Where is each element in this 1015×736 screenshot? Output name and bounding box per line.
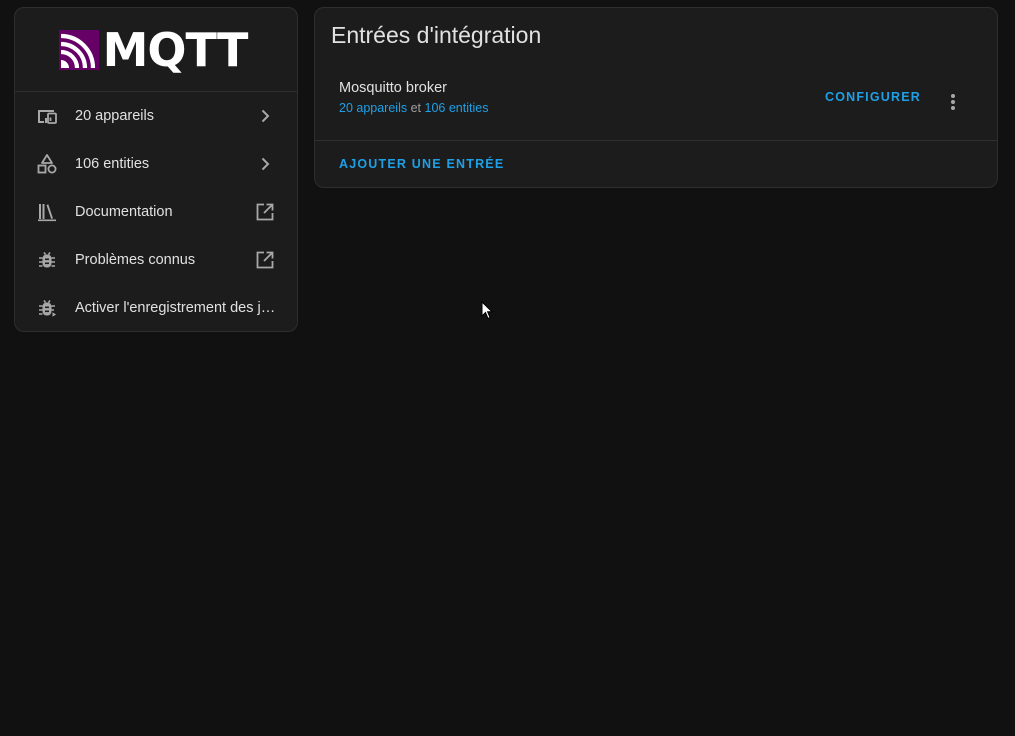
config-entry-row: Mosquitto broker 20 appareils et 106 ent… bbox=[315, 72, 997, 140]
menu-item-devices[interactable]: 20 appareils bbox=[15, 92, 297, 140]
open-in-new-icon bbox=[253, 248, 277, 272]
chevron-right-icon bbox=[253, 104, 277, 128]
menu-item-entities[interactable]: 106 entities bbox=[15, 140, 297, 188]
bug-icon bbox=[35, 248, 59, 272]
menu-item-known-issues[interactable]: Problèmes connus bbox=[15, 236, 297, 284]
bug-play-icon bbox=[35, 296, 59, 320]
entry-connector: et bbox=[410, 101, 422, 115]
devices-icon bbox=[35, 104, 59, 128]
chevron-right-icon bbox=[253, 152, 277, 176]
mqtt-logo-text: MQTT bbox=[102, 22, 249, 77]
mouse-cursor-icon bbox=[481, 301, 493, 320]
add-entry-button[interactable]: AJOUTER UNE ENTRÉE bbox=[339, 157, 504, 171]
integration-info-card: MQTT 20 appareils 106 entities Documenta… bbox=[14, 7, 298, 332]
entry-entities-link[interactable]: 106 entities bbox=[425, 101, 489, 115]
config-entries-card: Entrées d'intégration Mosquitto broker 2… bbox=[314, 7, 998, 188]
entry-summary: 20 appareils et 106 entities bbox=[339, 101, 488, 115]
menu-item-label: 20 appareils bbox=[75, 108, 154, 124]
entry-devices-link[interactable]: 20 appareils bbox=[339, 101, 407, 115]
menu-item-label: Activer l'enregistrement des journaux de… bbox=[75, 300, 277, 316]
shapes-icon bbox=[35, 152, 59, 176]
page-title: Entrées d'intégration bbox=[331, 22, 542, 48]
integration-menu: 20 appareils 106 entities Documentation … bbox=[15, 92, 297, 331]
bookshelf-icon bbox=[35, 200, 59, 224]
menu-item-label: Documentation bbox=[75, 204, 173, 220]
divider bbox=[315, 140, 997, 141]
menu-item-label: Problèmes connus bbox=[75, 252, 196, 268]
logo-area: MQTT bbox=[15, 8, 297, 92]
entry-name: Mosquitto broker bbox=[339, 80, 447, 96]
configure-button[interactable]: CONFIGURER bbox=[825, 86, 921, 108]
mqtt-logo: MQTT bbox=[58, 22, 249, 77]
more-vert-icon[interactable] bbox=[941, 90, 965, 114]
menu-item-debug-logging[interactable]: Activer l'enregistrement des journaux de… bbox=[15, 284, 297, 331]
open-in-new-icon bbox=[253, 200, 277, 224]
mqtt-waves-icon bbox=[58, 29, 99, 70]
menu-item-documentation[interactable]: Documentation bbox=[15, 188, 297, 236]
menu-item-label: 106 entities bbox=[75, 156, 150, 172]
